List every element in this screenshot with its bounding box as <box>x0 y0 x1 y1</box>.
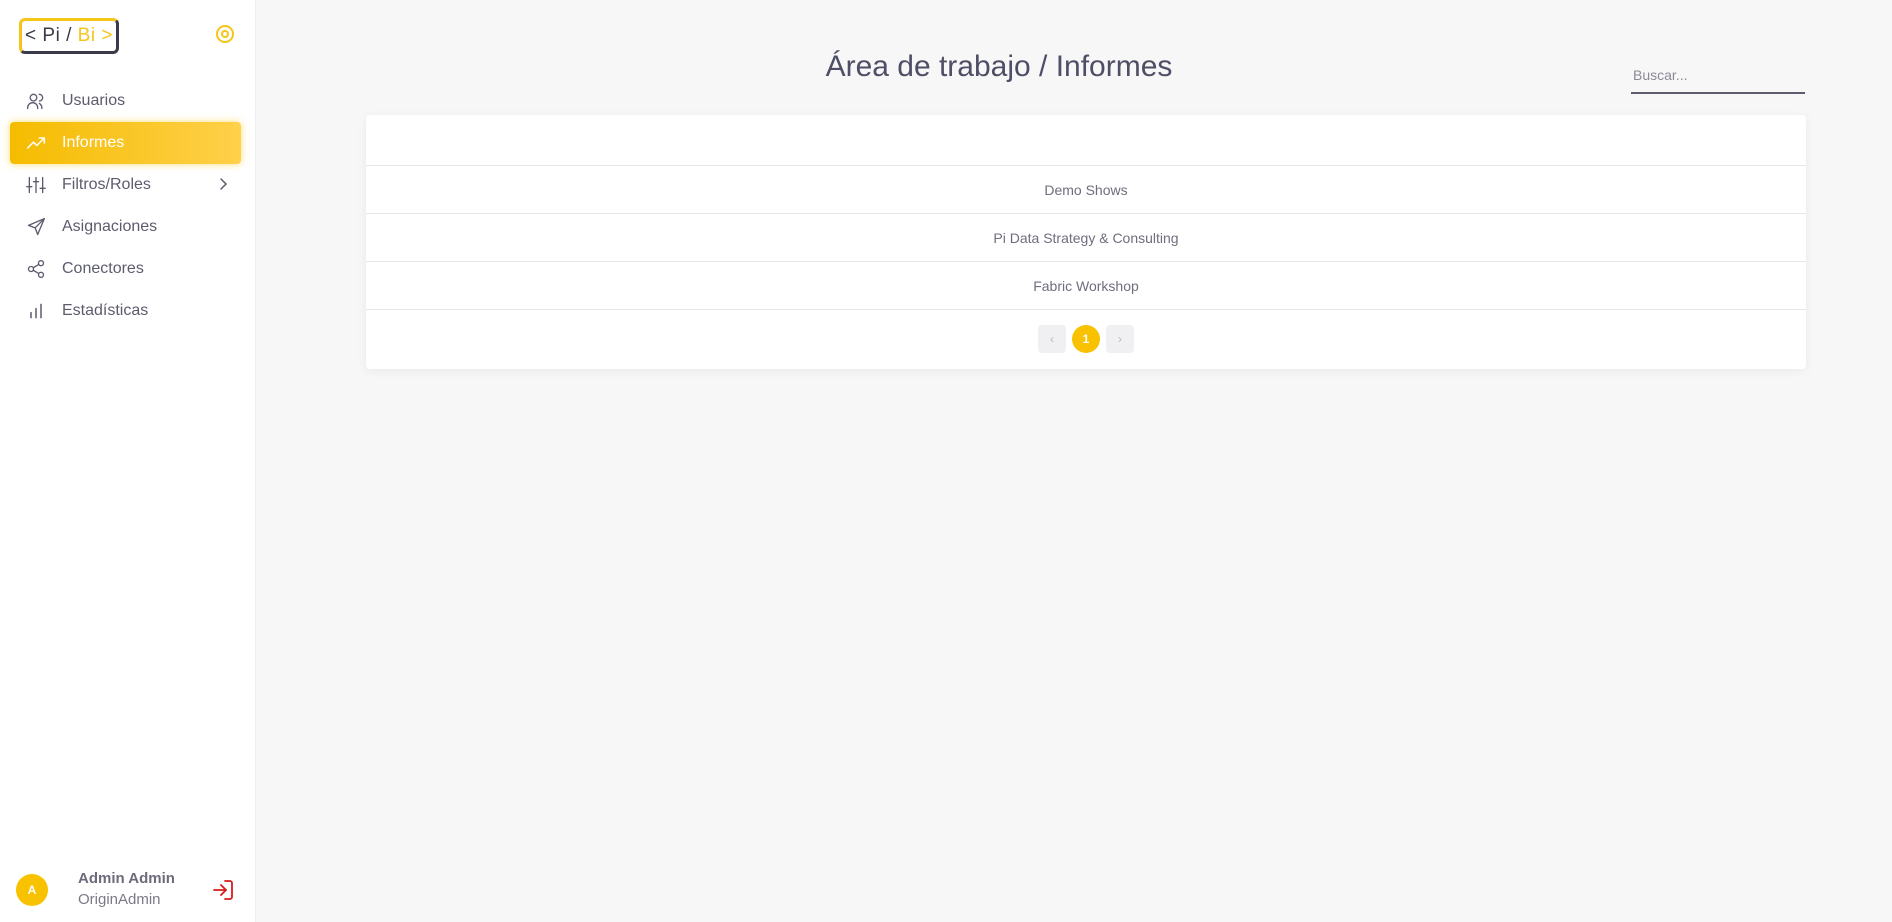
user-role: OriginAdmin <box>78 891 161 908</box>
logo-text-right: Bi > <box>77 25 113 46</box>
prev-page-button[interactable]: ‹ <box>1038 325 1066 353</box>
sidebar-nav: Usuarios Informes Filtros/Roles Asignaci… <box>10 80 241 332</box>
sidebar-item-conectores[interactable]: Conectores <box>10 248 241 290</box>
reports-card-header <box>366 115 1806 166</box>
pibi-logo[interactable]: < Pi / Bi > <box>19 18 119 54</box>
page-title: Área de trabajo / Informes <box>825 50 1173 83</box>
sidebar-item-informes[interactable]: Informes <box>10 122 241 164</box>
sidebar-item-label: Filtros/Roles <box>62 176 151 193</box>
reports-card: Demo Shows Pi Data Strategy & Consulting… <box>366 115 1806 369</box>
sidebar: < Pi / Bi > Usuarios Informes Filtros/Ro… <box>0 0 256 922</box>
report-row-fabric-workshop[interactable]: Fabric Workshop <box>366 262 1806 310</box>
report-row-demo-shows[interactable]: Demo Shows <box>366 166 1806 214</box>
bar-chart-icon <box>26 301 46 321</box>
report-name: Demo Shows <box>1044 181 1128 198</box>
logout-icon[interactable] <box>211 878 235 902</box>
sidebar-item-label: Usuarios <box>62 92 126 109</box>
sidebar-item-estadisticas[interactable]: Estadísticas <box>10 290 241 332</box>
user-profile: A Admin Admin OriginAdmin <box>16 866 241 914</box>
report-row-pi-data-strategy[interactable]: Pi Data Strategy & Consulting <box>366 214 1806 262</box>
trending-up-icon <box>26 133 46 153</box>
share-icon <box>26 259 46 279</box>
send-icon <box>26 217 46 237</box>
search-input[interactable] <box>1631 58 1805 94</box>
sidebar-item-label: Estadísticas <box>62 302 149 319</box>
user-name: Admin Admin <box>78 870 175 887</box>
page-1-button[interactable]: 1 <box>1072 325 1100 353</box>
app: < Pi / Bi > Usuarios Informes Filtros/Ro… <box>0 0 1892 922</box>
sidebar-item-filtros-roles[interactable]: Filtros/Roles <box>10 164 241 206</box>
report-name: Fabric Workshop <box>1033 277 1139 294</box>
chevron-right-icon[interactable] <box>215 176 231 192</box>
sidebar-item-label: Conectores <box>62 260 144 277</box>
sidebar-item-label: Informes <box>62 134 125 151</box>
logo-text-left: < Pi / <box>25 25 72 46</box>
users-icon <box>26 91 46 111</box>
sidebar-item-asignaciones[interactable]: Asignaciones <box>10 206 241 248</box>
next-page-button[interactable]: › <box>1106 325 1134 353</box>
avatar[interactable]: A <box>16 874 48 906</box>
sidebar-toggle-icon[interactable] <box>215 24 235 44</box>
sidebar-item-label: Asignaciones <box>62 218 158 235</box>
report-name: Pi Data Strategy & Consulting <box>993 229 1179 246</box>
sidebar-item-usuarios[interactable]: Usuarios <box>10 80 241 122</box>
sliders-icon <box>26 175 46 195</box>
pagination: ‹ 1 › <box>366 325 1806 353</box>
